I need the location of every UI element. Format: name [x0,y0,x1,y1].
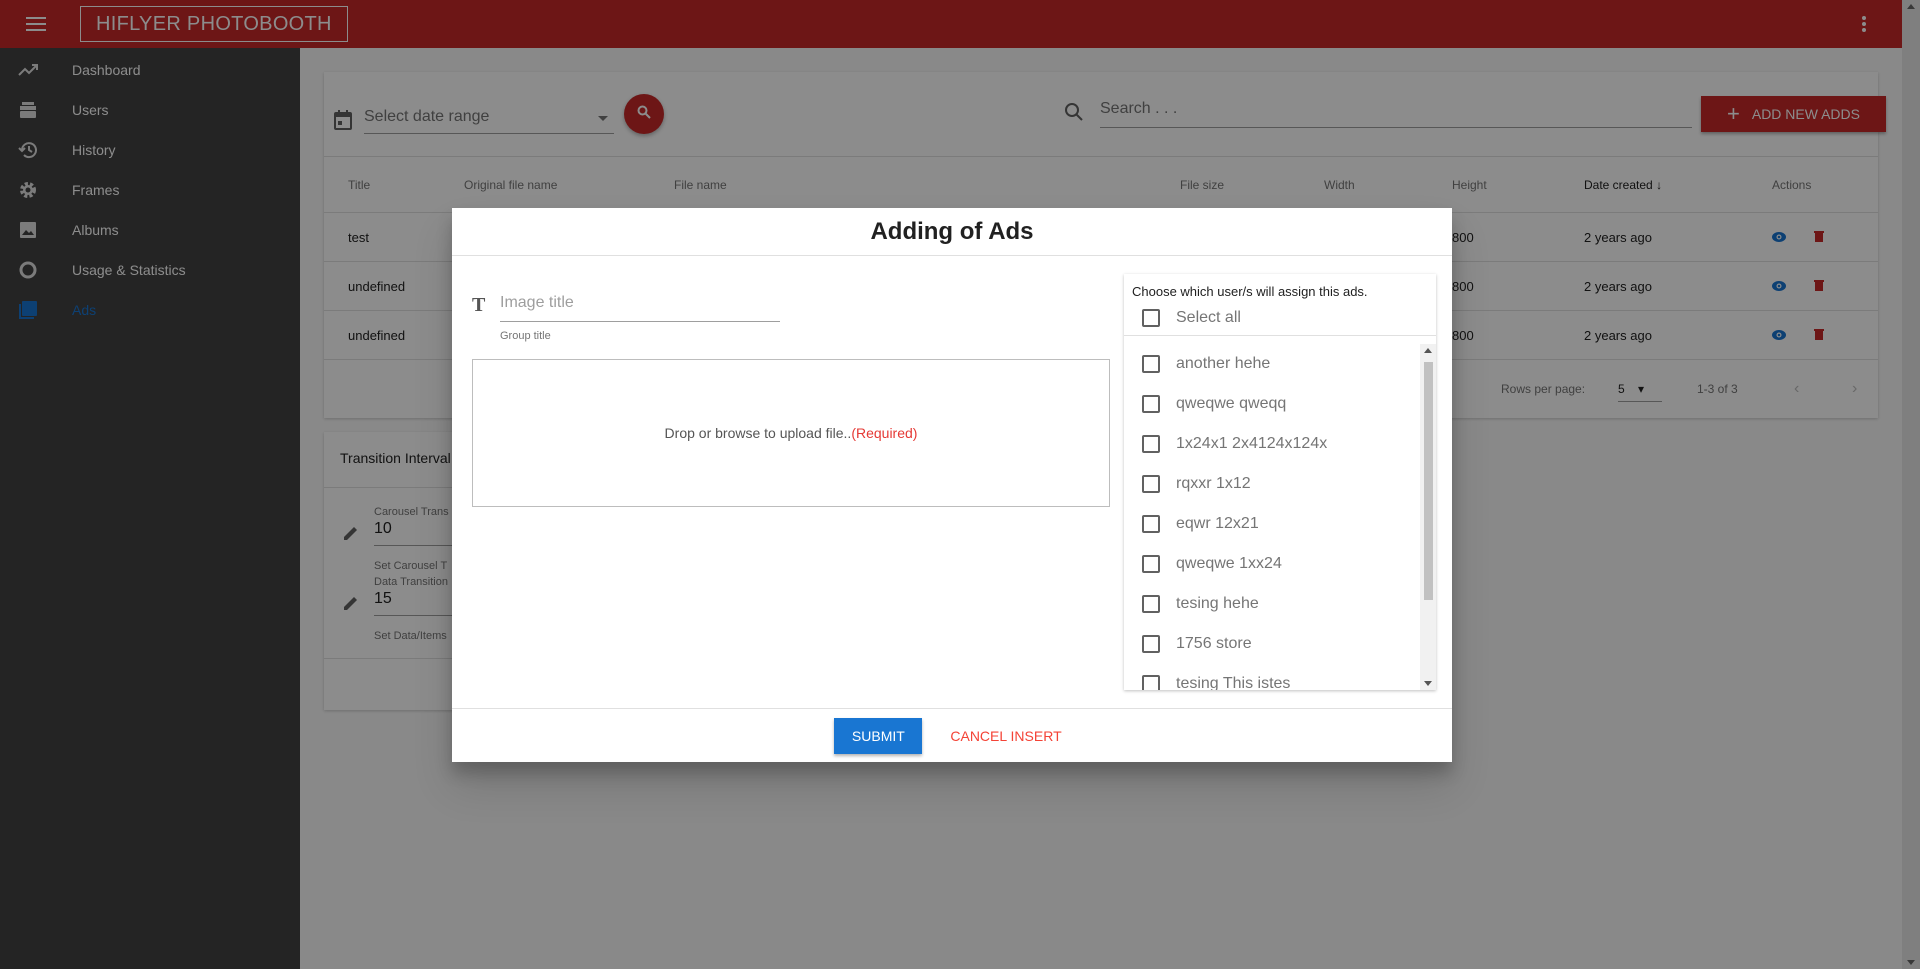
checkbox-icon [1142,515,1160,533]
checkbox-icon [1142,435,1160,453]
add-ads-dialog: Adding of Ads T Image title Group title … [452,208,1452,762]
scroll-down-icon[interactable] [1424,681,1432,686]
user-list: another hehe qweqwe qweqq 1x24x1 2x4124x… [1124,344,1420,690]
user-checkbox-item[interactable]: tesing This istes [1124,664,1420,690]
user-checkbox-item[interactable]: another hehe [1124,344,1420,384]
dropzone-required: (Required) [851,425,918,441]
checkbox-icon [1142,675,1160,690]
user-list-scrollbar[interactable] [1420,344,1436,690]
checkbox-icon [1142,595,1160,613]
user-label: qweqwe 1xx24 [1176,555,1282,572]
cancel-insert-button[interactable]: CANCEL INSERT [942,718,1069,754]
scroll-up-icon[interactable] [1424,348,1432,353]
user-checkbox-item[interactable]: 1756 store [1124,624,1420,664]
user-label: qweqwe qweqq [1176,395,1287,412]
user-label: 1756 store [1176,635,1252,652]
group-title-hint: Group title [500,330,551,342]
user-checkbox-item[interactable]: qweqwe qweqq [1124,384,1420,424]
checkbox-icon [1142,308,1160,327]
select-all-checkbox[interactable]: Select all [1124,300,1436,336]
checkbox-icon [1142,635,1160,653]
user-checkbox-item[interactable]: eqwr 12x21 [1124,504,1420,544]
user-checkbox-item[interactable]: rqxxr 1x12 [1124,464,1420,504]
submit-button[interactable]: SUBMIT [834,717,923,754]
image-title-input[interactable]: Image title [500,292,780,322]
user-checkbox-item[interactable]: tesing hehe [1124,584,1420,624]
dropzone-text: Drop or browse to upload file.. [664,425,852,441]
select-all-label: Select all [1176,308,1241,326]
scroll-thumb[interactable] [1424,362,1433,600]
user-label: tesing hehe [1176,595,1259,612]
user-label: rqxxr 1x12 [1176,475,1251,492]
dialog-actions: SUBMIT CANCEL INSERT [452,708,1452,762]
text-title-icon: T [472,294,486,316]
checkbox-icon [1142,475,1160,493]
user-label: eqwr 12x21 [1176,515,1259,532]
checkbox-icon [1142,555,1160,573]
dialog-title: Adding of Ads [452,208,1452,256]
user-assignment-panel: Choose which user/s will assign this ads… [1124,274,1436,690]
user-label: another hehe [1176,355,1271,372]
user-label: 1x24x1 2x4124x124x [1176,435,1328,452]
users-heading: Choose which user/s will assign this ads… [1132,284,1368,299]
checkbox-icon [1142,355,1160,373]
user-label: tesing This istes [1176,675,1291,690]
user-checkbox-item[interactable]: qweqwe 1xx24 [1124,544,1420,584]
checkbox-icon [1142,395,1160,413]
file-dropzone[interactable]: Drop or browse to upload file.. (Required… [472,359,1110,507]
user-checkbox-item[interactable]: 1x24x1 2x4124x124x [1124,424,1420,464]
